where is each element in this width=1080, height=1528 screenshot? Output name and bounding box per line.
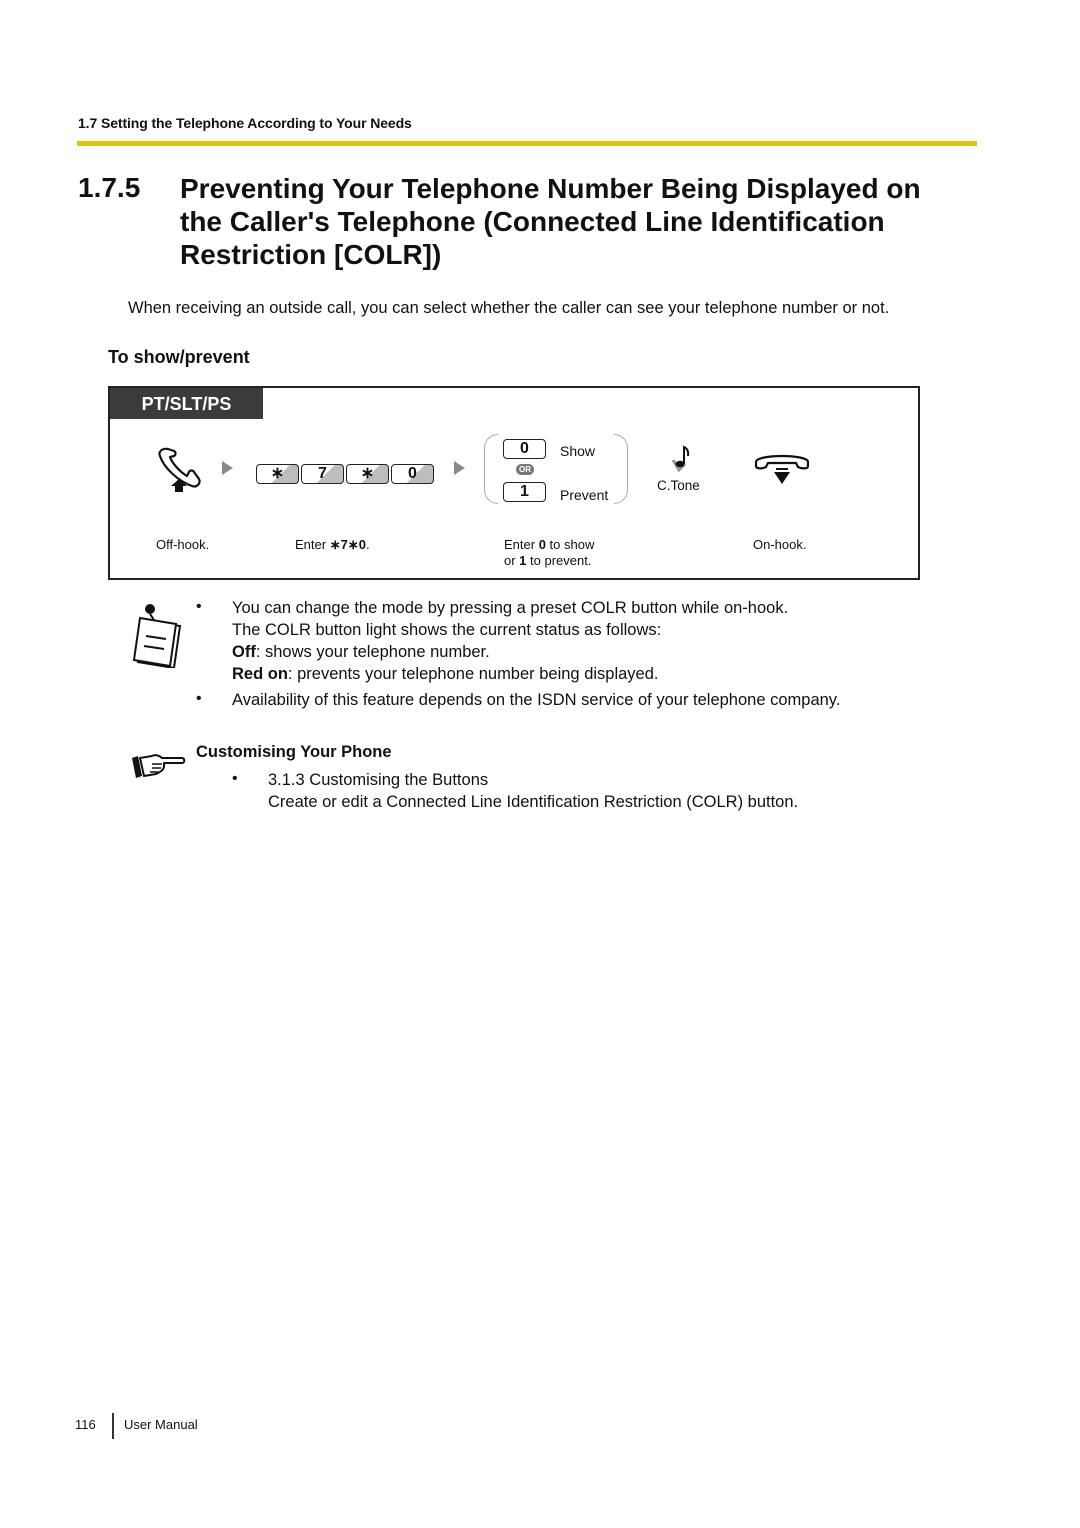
- confirmation-tone-icon: [670, 444, 694, 474]
- bracket-left: [484, 434, 498, 504]
- caption-text: to show: [545, 537, 595, 552]
- status-term: Off: [232, 643, 256, 661]
- caption-code: ∗7∗0: [329, 537, 366, 552]
- caption-text: Enter: [295, 537, 330, 552]
- step-caption-enter-code: Enter ∗7∗0.: [295, 537, 370, 553]
- caption-text: or: [504, 553, 520, 568]
- key-0: 0: [391, 464, 434, 484]
- step-caption-on-hook: On-hook.: [753, 537, 807, 552]
- note-line: You can change the mode by pressing a pr…: [232, 599, 789, 617]
- caption-text: .: [365, 537, 370, 552]
- bracket-right: [614, 434, 628, 504]
- c-tone-label: C.Tone: [657, 478, 700, 493]
- note-item: You can change the mode by pressing a pr…: [232, 597, 788, 685]
- bullet-point: •: [196, 690, 202, 707]
- reference-item: 3.1.3 Customising the Buttons Create or …: [268, 769, 798, 813]
- status-description: : shows your telephone number.: [255, 643, 490, 661]
- bullet-point: •: [196, 598, 202, 615]
- key-1: 1: [503, 482, 546, 502]
- note-line: Red on: prevents your telephone number b…: [232, 663, 788, 685]
- caption-text: to prevent.: [526, 553, 592, 568]
- header-rule: [77, 141, 977, 146]
- key-7: 7: [301, 464, 344, 484]
- option-label-show: Show: [560, 443, 596, 459]
- section-number: 1.7.5: [78, 172, 141, 203]
- notepad-icon: [130, 600, 186, 670]
- key-star: ∗: [346, 464, 389, 484]
- running-header: 1.7 Setting the Telephone According to Y…: [78, 115, 412, 131]
- reference-link[interactable]: 3.1.3 Customising the Buttons: [268, 769, 798, 791]
- reference-heading: Customising Your Phone: [196, 743, 392, 761]
- note-line: Off: shows your telephone number.: [232, 641, 788, 663]
- section-title: Preventing Your Telephone Number Being D…: [180, 173, 921, 270]
- status-term: Red on: [232, 665, 288, 683]
- bullet-point: •: [232, 770, 238, 787]
- procedure-subheading: To show/prevent: [108, 347, 250, 367]
- footer-label: User Manual: [124, 1417, 198, 1432]
- page-number: 116: [75, 1417, 96, 1432]
- key-0: 0: [503, 439, 546, 459]
- note-line: Availability of this feature depends on …: [232, 691, 841, 709]
- intro-paragraph: When receiving an outside call, you can …: [128, 299, 890, 317]
- caption-text: Enter: [504, 537, 539, 552]
- step-caption-off-hook: Off-hook.: [156, 537, 210, 552]
- key-star: ∗: [256, 464, 299, 484]
- arrow-icon: [222, 461, 233, 475]
- caption-key: 0: [538, 537, 546, 552]
- footer-divider: [112, 1413, 114, 1439]
- arrow-icon: [454, 461, 465, 475]
- on-hook-icon: [752, 450, 812, 490]
- note-line: The COLR button light shows the current …: [232, 621, 662, 639]
- pointing-hand-icon: [130, 752, 186, 780]
- device-tab: PT/SLT/PS: [110, 388, 263, 419]
- or-badge: OR: [516, 464, 534, 475]
- option-label-prevent: Prevent: [560, 487, 609, 503]
- off-hook-icon: [156, 446, 212, 492]
- reference-description: Create or edit a Connected Line Identifi…: [268, 793, 799, 811]
- note-item: Availability of this feature depends on …: [232, 689, 840, 711]
- step-caption-options: Enter 0 to show or 1 to prevent.: [504, 537, 594, 569]
- status-description: : prevents your telephone number being d…: [287, 665, 659, 683]
